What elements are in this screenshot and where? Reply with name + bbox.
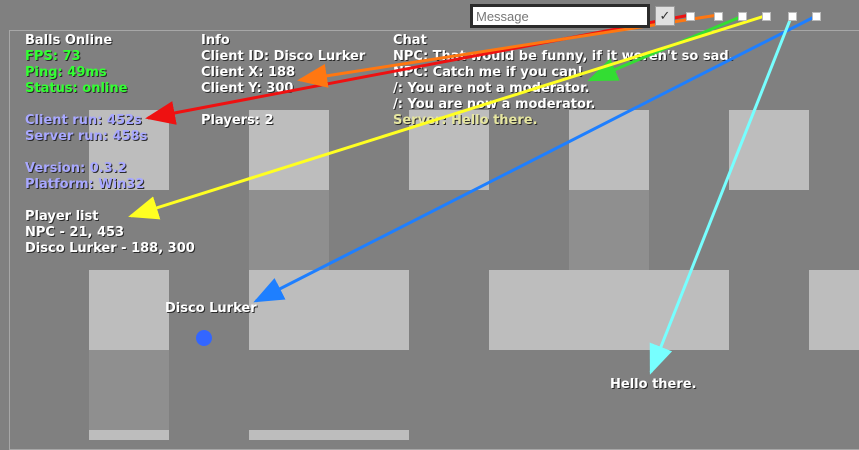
toggle-blue[interactable] bbox=[812, 12, 821, 21]
player-list-title: Player list bbox=[25, 209, 99, 224]
server-run-readout: Server run: 458s bbox=[25, 129, 148, 144]
toggle-green[interactable] bbox=[738, 12, 747, 21]
chat-message: NPC: That would be funny, if it weren't … bbox=[393, 49, 734, 64]
player-ball bbox=[196, 330, 212, 346]
player-list-item: Disco Lurker - 188, 300 bbox=[25, 241, 195, 256]
send-button[interactable]: ✓ bbox=[655, 6, 675, 26]
player-list-item: NPC - 21, 453 bbox=[25, 225, 125, 240]
players-count-readout: Players: 2 bbox=[201, 113, 274, 128]
floor-tile-shaded bbox=[89, 350, 169, 430]
platform-readout: Platform: Win32 bbox=[25, 177, 145, 192]
toggle-red[interactable] bbox=[686, 12, 695, 21]
client-x-readout: Client X: 188 bbox=[201, 65, 296, 80]
game-title: Balls Online bbox=[25, 33, 113, 48]
speech-bubble-text: Hello there. bbox=[610, 377, 697, 392]
toggle-yellow[interactable] bbox=[762, 12, 771, 21]
chat-message: /: You are not a moderator. bbox=[393, 81, 590, 96]
floor-tile bbox=[249, 270, 409, 350]
chat-message-server: Server: Hello there. bbox=[393, 113, 538, 128]
info-panel: Info Client ID: Disco Lurker Client X: 1… bbox=[201, 33, 365, 129]
player-name-label: Disco Lurker bbox=[165, 301, 257, 316]
floor-tile bbox=[729, 110, 809, 190]
status-readout: Status: online bbox=[25, 81, 128, 96]
floor-tile bbox=[249, 430, 409, 440]
client-id-readout: Client ID: Disco Lurker bbox=[201, 49, 366, 64]
stats-panel: Balls Online FPS: 73 Ping: 49ms Status: … bbox=[25, 33, 195, 257]
floor-tile bbox=[89, 270, 169, 350]
floor-tile bbox=[809, 270, 859, 350]
floor-tile bbox=[89, 430, 169, 440]
chat-message: NPC: Catch me if you can! bbox=[393, 65, 584, 80]
chat-message: /: You are now a moderator. bbox=[393, 97, 596, 112]
version-readout: Version: 0.3.2 bbox=[25, 161, 127, 176]
floor-tile bbox=[489, 270, 729, 350]
info-title: Info bbox=[201, 33, 230, 48]
ping-readout: Ping: 49ms bbox=[25, 65, 107, 80]
chat-panel: Chat NPC: That would be funny, if it wer… bbox=[393, 33, 734, 129]
floor-tile-shaded bbox=[569, 190, 649, 270]
toggle-cyan[interactable] bbox=[788, 12, 797, 21]
toggle-orange[interactable] bbox=[714, 12, 723, 21]
fps-readout: FPS: 73 bbox=[25, 49, 81, 64]
client-run-readout: Client run: 452s bbox=[25, 113, 142, 128]
chat-title: Chat bbox=[393, 33, 427, 48]
floor-tile-shaded bbox=[249, 190, 329, 270]
client-y-readout: Client Y: 300 bbox=[201, 81, 294, 96]
message-input[interactable] bbox=[470, 4, 650, 28]
